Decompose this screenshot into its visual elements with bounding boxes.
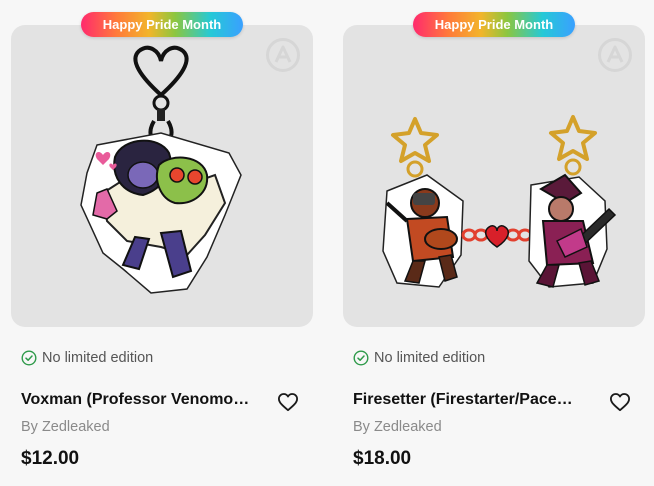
- check-circle-icon: [21, 350, 37, 366]
- brand-logo-icon: [598, 38, 632, 72]
- product-title[interactable]: Voxman (Professor Venomous) Acrylic Char…: [21, 391, 253, 409]
- check-circle-icon: [353, 350, 369, 366]
- product-price: $18.00: [353, 448, 412, 469]
- product-title[interactable]: Firesetter (Firestarter/Pacemaker) Acryl…: [353, 391, 585, 409]
- edition-status: No limited edition: [21, 350, 153, 366]
- pride-month-badge: Happy Pride Month: [81, 12, 243, 37]
- product-card[interactable]: Happy Pride Month: [11, 0, 314, 486]
- product-image[interactable]: [11, 25, 313, 327]
- product-image[interactable]: [343, 25, 645, 327]
- edition-label: No limited edition: [374, 350, 486, 366]
- pride-month-badge: Happy Pride Month: [413, 12, 575, 37]
- brand-logo-icon: [266, 38, 300, 72]
- product-price: $12.00: [21, 448, 80, 469]
- heart-icon[interactable]: [609, 392, 631, 412]
- product-grid: Happy Pride Month No limited edition Vox…: [0, 0, 654, 486]
- heart-icon[interactable]: [277, 392, 299, 412]
- edition-status: No limited edition: [353, 350, 485, 366]
- product-author[interactable]: By Zedleaked: [353, 419, 442, 435]
- product-author[interactable]: By Zedleaked: [21, 419, 110, 435]
- edition-label: No limited edition: [42, 350, 154, 366]
- product-card[interactable]: Happy Pride Month: [343, 0, 646, 486]
